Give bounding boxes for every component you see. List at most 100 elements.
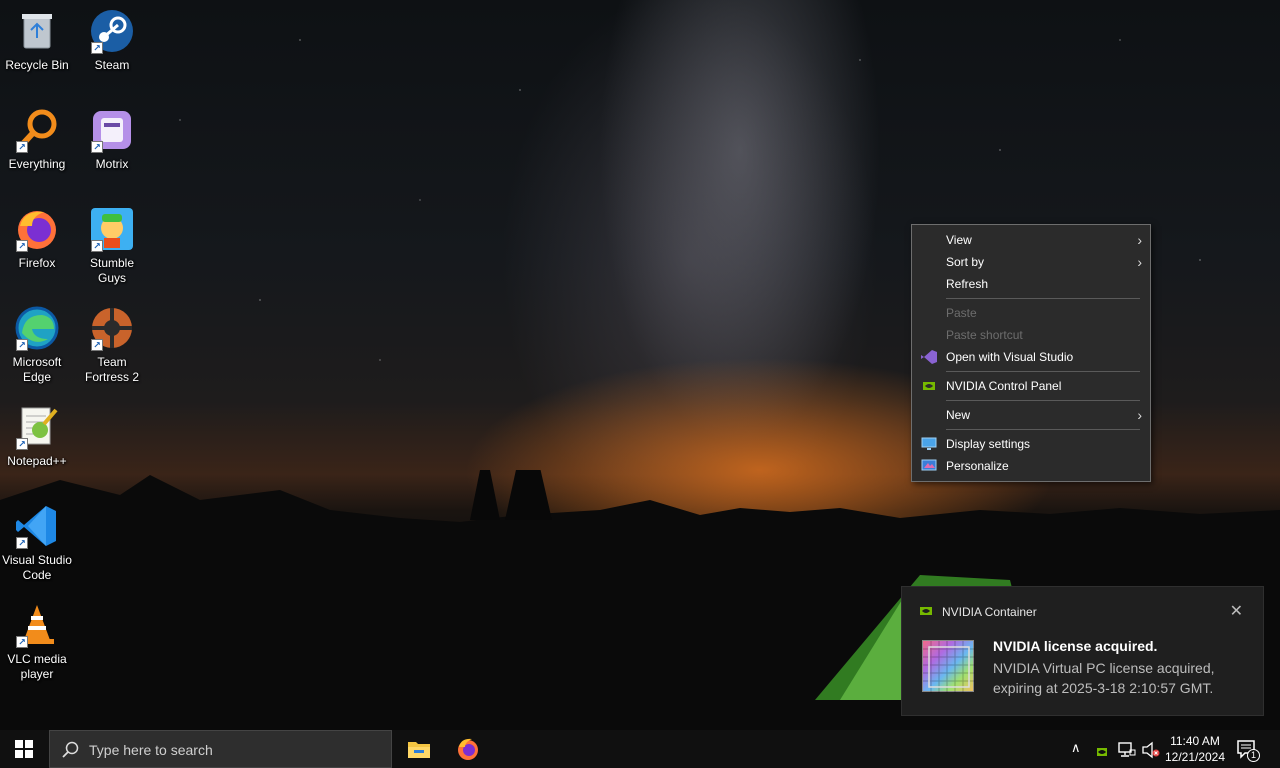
- shortcut-arrow-icon: ↗: [16, 339, 28, 351]
- desktop-icon-label: Everything: [8, 157, 66, 171]
- desktop-icon-label: Team Fortress 2: [84, 355, 139, 384]
- desktop-icon-visual-studio-code[interactable]: ↗ Visual Studio Code: [0, 503, 74, 583]
- motrix-icon: ↗: [89, 107, 135, 153]
- menu-item-paste-shortcut: Paste shortcut: [912, 324, 1150, 346]
- system-clock[interactable]: 11:40 AM 12/21/2024: [1160, 733, 1230, 765]
- shortcut-arrow-icon: ↗: [16, 141, 28, 153]
- menu-item-label: View: [946, 233, 972, 247]
- desktop-icon-stumble-guys[interactable]: ↗ Stumble Guys: [75, 206, 149, 286]
- menu-item-display-settings[interactable]: Display settings: [912, 433, 1150, 455]
- shortcut-arrow-icon: ↗: [16, 537, 28, 549]
- menu-item-paste: Paste: [912, 302, 1150, 324]
- recycle-bin-icon: [14, 8, 60, 54]
- menu-item-sort-by[interactable]: Sort by ›: [912, 251, 1150, 273]
- clock-time: 11:40 AM: [1170, 734, 1220, 748]
- vscode-icon: ↗: [14, 503, 60, 549]
- desktop-icon-motrix[interactable]: ↗ Motrix: [75, 107, 149, 172]
- file-explorer-icon: [408, 742, 430, 758]
- menu-item-open-with-visual-studio[interactable]: Open with Visual Studio: [912, 346, 1150, 368]
- nvidia-icon: [920, 607, 932, 615]
- menu-separator: [946, 371, 1140, 372]
- everything-search-icon: ↗: [14, 107, 60, 153]
- search-placeholder: Type here to search: [89, 742, 213, 758]
- chevron-right-icon: ›: [1137, 254, 1142, 270]
- firefox-icon: ↗: [14, 206, 60, 252]
- notification-toast[interactable]: NVIDIA Container ✕ NVIDIA license acquir…: [901, 586, 1264, 716]
- desktop-icon-label: VLC media player: [7, 652, 67, 681]
- notification-body: NVIDIA Virtual PC license acquired, expi…: [993, 660, 1215, 696]
- action-center-button[interactable]: 1: [1236, 738, 1260, 762]
- desktop-icon-label: Visual Studio Code: [2, 553, 72, 582]
- desktop-icon-label: Recycle Bin: [5, 58, 69, 72]
- start-button[interactable]: [0, 730, 48, 768]
- desktop-icon-label: Motrix: [95, 157, 129, 171]
- personalize-icon: [921, 459, 937, 471]
- shortcut-arrow-icon: ↗: [91, 339, 103, 351]
- notification-app-name: NVIDIA Container: [942, 605, 1037, 619]
- taskbar-firefox[interactable]: [444, 730, 492, 768]
- team-fortress-icon: ↗: [89, 305, 135, 351]
- shortcut-arrow-icon: ↗: [16, 240, 28, 252]
- menu-item-nvidia-control-panel[interactable]: NVIDIA Control Panel: [912, 375, 1150, 397]
- visual-studio-icon: [921, 350, 937, 364]
- desktop-icon-label: Firefox: [18, 256, 56, 270]
- network-icon[interactable]: [1118, 741, 1136, 759]
- taskbar: Type here to search ∧ 11:40 AM 12/21/202…: [0, 730, 1280, 768]
- menu-item-label: Paste: [946, 306, 977, 320]
- show-hidden-icons-button[interactable]: ∧: [1071, 740, 1081, 758]
- desktop-icon-microsoft-edge[interactable]: ↗ Microsoft Edge: [0, 305, 74, 385]
- menu-item-label: Sort by: [946, 255, 985, 269]
- menu-item-label: New: [946, 408, 971, 422]
- desktop-icon-team-fortress-2[interactable]: ↗ Team Fortress 2: [75, 305, 149, 385]
- windows-logo-icon: [15, 740, 33, 758]
- search-icon: [62, 741, 79, 758]
- desktop-icon-label: Stumble Guys: [89, 256, 135, 285]
- menu-item-personalize[interactable]: Personalize: [912, 455, 1150, 477]
- firefox-icon: [458, 738, 478, 760]
- menu-item-view[interactable]: View ›: [912, 229, 1150, 251]
- menu-item-new[interactable]: New ›: [912, 404, 1150, 426]
- stumble-guys-icon: ↗: [89, 206, 135, 252]
- menu-item-refresh[interactable]: Refresh: [912, 273, 1150, 295]
- nvidia-tray-icon[interactable]: [1096, 743, 1108, 761]
- shortcut-arrow-icon: ↗: [91, 42, 103, 54]
- desktop-icon-label: Notepad++: [7, 454, 67, 468]
- desktop-icon-vlc[interactable]: ↗ VLC media player: [0, 602, 74, 682]
- edge-icon: ↗: [14, 305, 60, 351]
- chevron-right-icon: ›: [1137, 232, 1142, 248]
- desktop-icon-notepad-plus-plus[interactable]: ↗ Notepad++: [0, 404, 74, 469]
- desktop-icon-label: Steam: [94, 58, 130, 72]
- steam-icon: ↗: [89, 8, 135, 54]
- menu-item-label: Open with Visual Studio: [946, 350, 1074, 364]
- menu-item-label: Personalize: [946, 459, 1009, 473]
- notepad-plus-plus-icon: ↗: [14, 404, 60, 450]
- shortcut-arrow-icon: ↗: [16, 438, 28, 450]
- shortcut-arrow-icon: ↗: [16, 636, 28, 648]
- menu-item-label: Refresh: [946, 277, 989, 291]
- close-icon[interactable]: ✕: [1230, 601, 1243, 621]
- desktop-context-menu: View › Sort by › Refresh Paste Paste sho…: [911, 224, 1151, 482]
- clock-date: 12/21/2024: [1164, 750, 1226, 764]
- notification-count-badge: 1: [1247, 749, 1260, 762]
- menu-item-label: NVIDIA Control Panel: [946, 379, 1062, 393]
- shortcut-arrow-icon: ↗: [91, 240, 103, 252]
- chevron-right-icon: ›: [1137, 407, 1142, 423]
- menu-separator: [946, 429, 1140, 430]
- notification-title: NVIDIA license acquired.: [993, 638, 1158, 654]
- shortcut-arrow-icon: ↗: [91, 141, 103, 153]
- menu-separator: [946, 400, 1140, 401]
- display-icon: [921, 437, 937, 450]
- menu-separator: [946, 298, 1140, 299]
- vlc-cone-icon: ↗: [14, 602, 60, 648]
- desktop-icon-everything[interactable]: ↗ Everything: [0, 107, 74, 172]
- desktop-icon-steam[interactable]: ↗ Steam: [75, 8, 149, 73]
- desktop-icon-recycle-bin[interactable]: Recycle Bin: [0, 8, 74, 73]
- gpu-chip-icon: [922, 640, 975, 693]
- taskbar-file-explorer[interactable]: [395, 730, 443, 768]
- menu-item-label: Display settings: [946, 437, 1031, 451]
- desktop-icon-label: Microsoft Edge: [12, 355, 62, 384]
- menu-item-label: Paste shortcut: [946, 328, 1023, 342]
- volume-muted-icon[interactable]: [1142, 741, 1160, 759]
- taskbar-search-box[interactable]: Type here to search: [49, 730, 392, 768]
- desktop-icon-firefox[interactable]: ↗ Firefox: [0, 206, 74, 271]
